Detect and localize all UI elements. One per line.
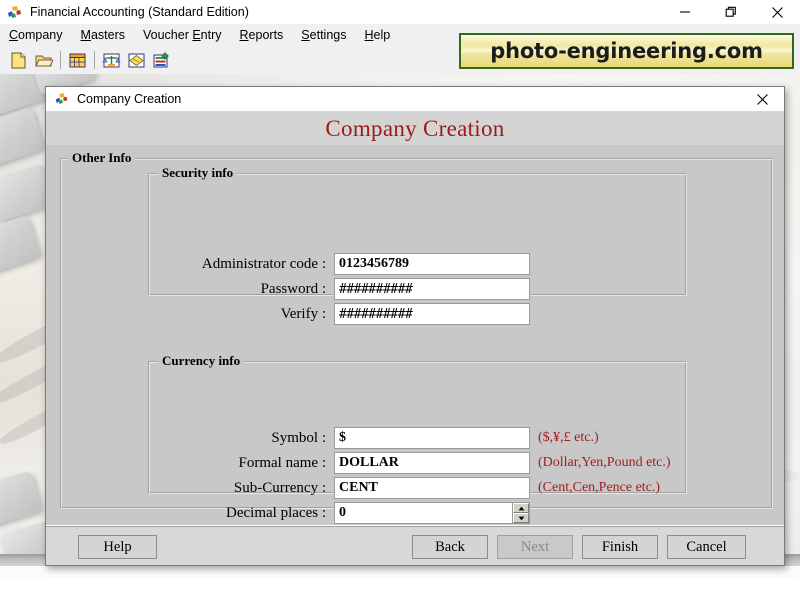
decimal-places-stepper[interactable]: 0 xyxy=(334,502,530,524)
verify-input[interactable]: ########## xyxy=(334,303,530,325)
menu-item-company[interactable]: Company xyxy=(0,26,72,44)
menu-item-settings[interactable]: Settings xyxy=(292,26,355,44)
administrator-code-input[interactable]: 0123456789 xyxy=(334,253,530,275)
formal-name-input[interactable]: DOLLAR xyxy=(334,452,530,474)
menu-item-help[interactable]: Help xyxy=(355,26,399,44)
password-input[interactable]: ########## xyxy=(334,278,530,300)
spinner-up-icon[interactable] xyxy=(513,503,529,513)
spinner-down-icon[interactable] xyxy=(513,513,529,523)
field-row-password: Password : ########## xyxy=(186,278,530,300)
sub-currency-hint: (Cent,Cen,Pence etc.) xyxy=(538,480,660,496)
group-currency-info-legend: Currency info xyxy=(158,353,244,369)
symbol-hint: ($,¥,£ etc.) xyxy=(538,430,599,446)
dialog-heading-band: Company Creation xyxy=(46,112,784,145)
field-row-verify: Verify : ########## xyxy=(186,303,530,325)
verify-label: Verify : xyxy=(186,306,326,323)
app-title: Financial Accounting (Standard Edition) xyxy=(30,5,249,19)
puzzle-app-icon xyxy=(6,4,24,20)
add-entry-icon[interactable] xyxy=(150,49,172,71)
next-button: Next xyxy=(497,535,573,559)
new-document-icon[interactable] xyxy=(7,49,29,71)
field-row-formal-name: Formal name : DOLLAR (Dollar,Yen,Pound e… xyxy=(186,452,671,474)
sub-currency-input[interactable]: CENT xyxy=(334,477,530,499)
help-button[interactable]: Help xyxy=(78,535,157,559)
group-other-info-legend: Other Info xyxy=(68,150,135,166)
decimal-places-spin-buttons xyxy=(513,502,530,524)
toolbar-separator xyxy=(60,51,61,69)
sub-currency-label: Sub-Currency : xyxy=(186,480,326,497)
dialog-footer: Help Back Next Finish Cancel xyxy=(46,525,784,565)
dialog-title: Company Creation xyxy=(77,92,181,106)
back-button[interactable]: Back xyxy=(412,535,488,559)
close-icon[interactable] xyxy=(740,87,784,112)
menu-item-masters[interactable]: Masters xyxy=(72,26,134,44)
desktop-bottom-fill xyxy=(0,578,800,600)
window-controls xyxy=(662,0,800,24)
field-row-administrator-code: Administrator code : 0123456789 xyxy=(186,253,530,275)
title-bar: Financial Accounting (Standard Edition) xyxy=(0,0,800,24)
menu-item-reports[interactable]: Reports xyxy=(231,26,293,44)
calendar-icon[interactable] xyxy=(66,49,88,71)
company-creation-dialog: Company Creation Company Creation Other … xyxy=(45,86,785,566)
decimal-places-label: Decimal places : xyxy=(186,505,326,522)
open-folder-icon[interactable] xyxy=(32,49,54,71)
watermark-banner: photo-engineering.com xyxy=(459,33,794,69)
field-row-decimal-places: Decimal places : 0 xyxy=(186,502,530,524)
symbol-label: Symbol : xyxy=(186,430,326,447)
menu-item-voucher-entry[interactable]: Voucher Entry xyxy=(134,26,231,44)
balance-scales-icon[interactable] xyxy=(100,49,122,71)
formal-name-label: Formal name : xyxy=(186,455,326,472)
dialog-body: Other Info Security info Administrator c… xyxy=(46,145,784,525)
field-row-sub-currency: Sub-Currency : CENT (Cent,Cen,Pence etc.… xyxy=(186,477,660,499)
page-title: Company Creation xyxy=(325,116,504,142)
minimize-icon[interactable] xyxy=(662,0,708,24)
puzzle-app-icon xyxy=(54,91,70,107)
close-icon[interactable] xyxy=(754,0,800,24)
symbol-input[interactable]: $ xyxy=(334,427,530,449)
restore-icon[interactable] xyxy=(708,0,754,24)
dialog-title-bar: Company Creation xyxy=(46,87,784,112)
field-row-symbol: Symbol : $ ($,¥,£ etc.) xyxy=(186,427,599,449)
decimal-places-input[interactable]: 0 xyxy=(334,502,513,524)
watermark-text: photo-engineering.com xyxy=(490,39,763,63)
diamond-ledger-icon[interactable] xyxy=(125,49,147,71)
password-label: Password : xyxy=(186,281,326,298)
administrator-code-label: Administrator code : xyxy=(186,256,326,273)
formal-name-hint: (Dollar,Yen,Pound etc.) xyxy=(538,455,671,471)
finish-button[interactable]: Finish xyxy=(582,535,658,559)
group-security-info xyxy=(148,173,686,295)
toolbar-separator xyxy=(94,51,95,69)
cancel-button[interactable]: Cancel xyxy=(667,535,746,559)
application-window: Financial Accounting (Standard Edition) … xyxy=(0,0,800,600)
group-security-info-legend: Security info xyxy=(158,165,237,181)
